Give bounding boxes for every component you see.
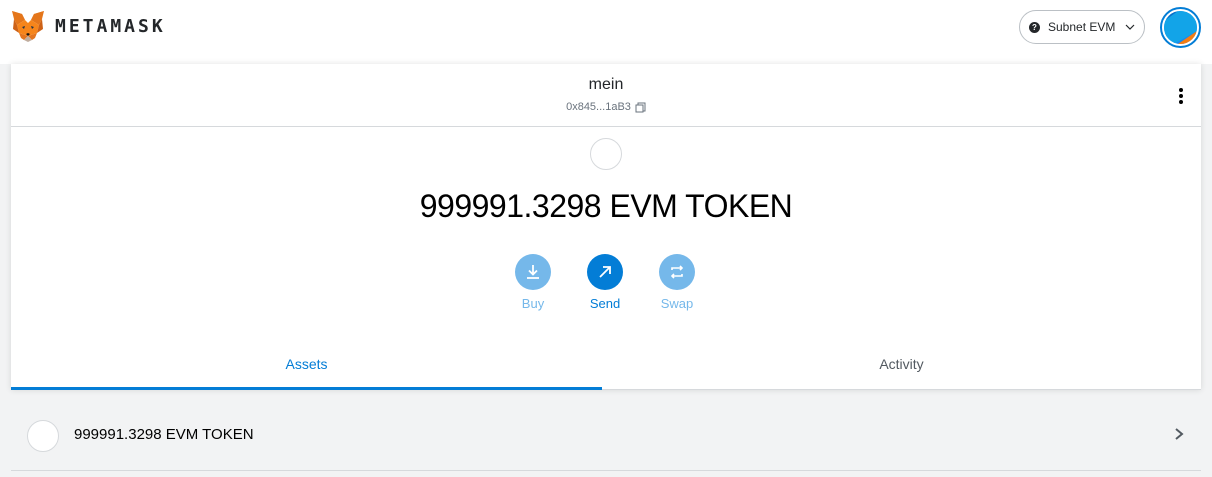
metamask-fox-icon (12, 11, 44, 42)
home-tabs: Assets Activity (11, 340, 1201, 390)
asset-token-icon (27, 420, 59, 452)
chevron-right-icon (1175, 428, 1184, 440)
jazzicon-avatar (1164, 11, 1197, 44)
token-icon (590, 138, 622, 170)
swap-icon-circle (659, 254, 695, 290)
wallet-actions: Buy Send Swap (505, 254, 707, 314)
arrow-up-right-icon (599, 266, 611, 278)
buy-icon-circle (515, 254, 551, 290)
account-name[interactable]: mein (11, 76, 1201, 94)
chevron-down-icon (1125, 24, 1135, 30)
metamask-logo[interactable]: METAMASK (10, 9, 166, 43)
send-button[interactable]: Send (577, 254, 633, 314)
network-name: Subnet EVM (1048, 20, 1116, 34)
copy-icon[interactable] (635, 102, 646, 113)
buy-label: Buy (521, 296, 545, 311)
kebab-menu-icon[interactable] (1173, 86, 1189, 106)
download-icon (527, 265, 539, 279)
buy-button[interactable]: Buy (505, 254, 561, 314)
account-address[interactable]: 0x845...1aB3 (11, 101, 1201, 113)
metamask-wordmark: METAMASK (55, 15, 166, 37)
network-selector[interactable]: ? Subnet EVM (1019, 10, 1145, 44)
asset-balance: 999991.3298 EVM TOKEN (74, 426, 254, 443)
app-header: METAMASK ? Subnet EVM (0, 0, 1212, 64)
swap-label: Swap (660, 296, 694, 311)
account-address-text: 0x845...1aB3 (566, 101, 631, 113)
send-icon-circle (587, 254, 623, 290)
send-label: Send (589, 296, 621, 311)
asset-list-item[interactable]: 999991.3298 EVM TOKEN (11, 399, 1201, 471)
network-status-icon: ? (1029, 21, 1040, 33)
tab-assets[interactable]: Assets (11, 340, 602, 390)
account-header: mein 0x845...1aB3 (11, 64, 1201, 127)
account-overview-card: mein 0x845...1aB3 999991.3298 EVM TOKEN (11, 64, 1201, 390)
swap-arrows-icon (670, 265, 684, 279)
primary-balance: 999991.3298 EVM TOKEN (419, 188, 793, 224)
account-avatar[interactable] (1160, 7, 1201, 48)
swap-button[interactable]: Swap (649, 254, 705, 314)
tab-activity[interactable]: Activity (602, 340, 1201, 390)
